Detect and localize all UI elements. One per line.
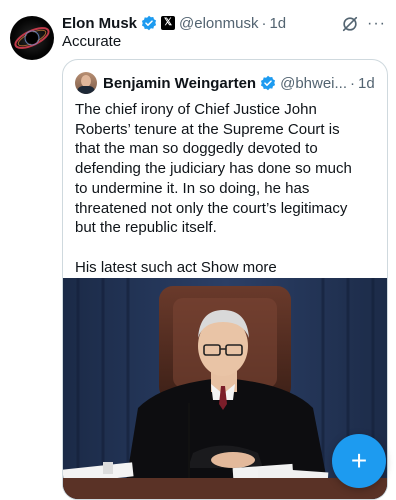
quoted-avatar[interactable] (75, 72, 97, 94)
quoted-text-line: but the republic itself. (75, 219, 217, 237)
verified-badge-icon (261, 75, 276, 91)
compose-plus-icon: + (350, 445, 368, 476)
quoted-text-line: Roberts’ tenure at the Supreme Court is (75, 120, 340, 138)
separator-dot: · (350, 74, 356, 92)
quoted-tweet[interactable]: Benjamin Weingarten @bhwei... · 1d The c… (62, 59, 388, 500)
quoted-text-line: defending the judiciary has done so much (75, 160, 352, 178)
show-more-link[interactable]: Show more (201, 259, 277, 276)
quoted-text-line: that the man so doggedly devoted to (75, 140, 318, 158)
quoted-teaser-line: His latest such act Show more (75, 258, 379, 278)
quoted-teaser: His latest such act (75, 258, 197, 276)
compose-button[interactable]: + (332, 434, 386, 488)
tweet[interactable]: Elon Musk 𝕏 @elonmusk · 1d ··· Accurate … (0, 0, 396, 500)
galaxy-avatar-icon (14, 27, 50, 49)
separator-dot: · (261, 14, 267, 32)
quoted-text-line: The chief irony of Chief Justice John (75, 101, 317, 118)
affiliate-x-icon: 𝕏 (161, 16, 176, 30)
quoted-timestamp[interactable]: 1d (358, 75, 375, 92)
quoted-text-line: threatened not only the court’s legitima… (75, 199, 348, 217)
quoted-author-handle[interactable]: @bhwei... (280, 75, 347, 92)
author-handle[interactable]: @elonmusk (179, 15, 258, 32)
quoted-text: The chief irony of Chief Justice John Ro… (75, 100, 379, 277)
quoted-text-line: to undermine it. In so doing, he has (75, 179, 310, 197)
grok-icon[interactable] (341, 15, 359, 33)
verified-badge-icon (141, 15, 157, 31)
quoted-author-name[interactable]: Benjamin Weingarten (103, 75, 256, 92)
tweet-text: Accurate (62, 33, 122, 50)
timestamp[interactable]: 1d (269, 15, 286, 32)
tweet-header: Elon Musk 𝕏 @elonmusk · 1d (62, 13, 286, 33)
more-options-icon[interactable]: ··· (367, 15, 385, 33)
avatar[interactable] (10, 16, 54, 60)
quoted-header: Benjamin Weingarten @bhwei... · 1d (103, 72, 375, 94)
author-name[interactable]: Elon Musk (62, 15, 137, 32)
